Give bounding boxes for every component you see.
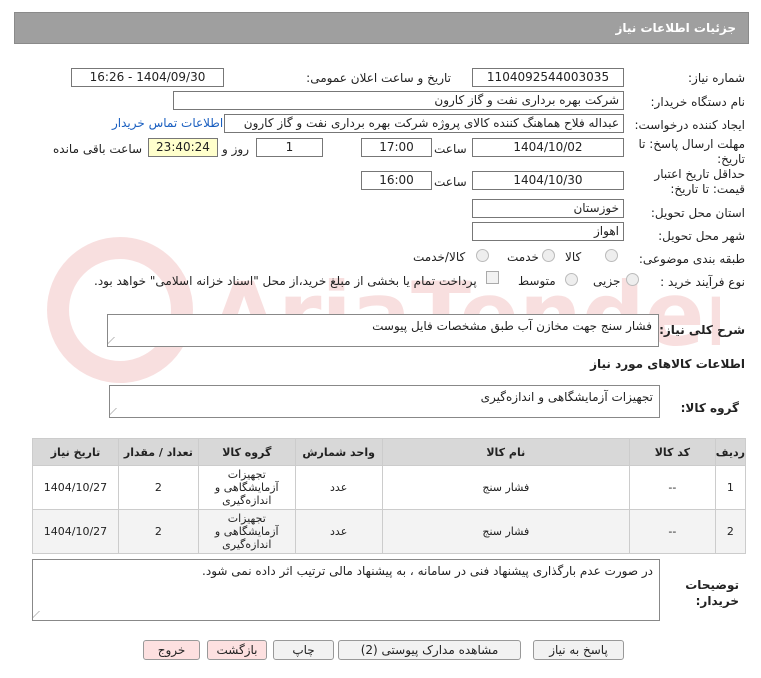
process-radio-minor[interactable]	[626, 273, 639, 286]
col-row: ردیف	[714, 438, 747, 466]
description-textarea[interactable]: فشار سنج جهت مخازن آب طبق مشخصات فایل پی…	[107, 314, 659, 347]
col-qty: تعداد / مقدار	[117, 438, 199, 466]
process-label: نوع فرآیند خرید :	[660, 275, 745, 289]
need-details-page: AriaTender.net جزئیات اطلاعات نیاز شماره…	[0, 0, 761, 678]
category-radio-goods[interactable]	[605, 249, 618, 262]
cell-row: 1	[714, 465, 747, 510]
treasury-note: پرداخت تمام یا بخشی از مبلغ خرید،از محل …	[94, 274, 477, 288]
col-date: تاریخ نیاز	[32, 438, 119, 466]
col-unit: واحد شمارش	[294, 438, 383, 466]
cell-name: فشار سنج	[381, 465, 630, 510]
buyer-org-field: شرکت بهره برداری نفت و گاز کارون	[173, 91, 624, 110]
buyer-org-label: نام دستگاه خریدار:	[650, 95, 746, 109]
min-valid-label-1: حداقل تاریخ اعتبار	[654, 167, 745, 181]
province-field: خوزستان	[472, 199, 624, 218]
treasury-checkbox[interactable]	[486, 271, 499, 284]
goods-group-textarea[interactable]: تجهیزات آزمایشگاهی و اندازه‌گیری	[109, 385, 660, 418]
deadline-label-1: مهلت ارسال پاسخ: تا	[638, 137, 745, 151]
deadline-time-field: 17:00	[361, 138, 432, 157]
valid-time-label: ساعت	[434, 175, 467, 189]
day-and-label: روز و	[222, 142, 249, 156]
category-radio-goods-service[interactable]	[476, 249, 489, 262]
category-label: طبقه بندی موضوعی:	[638, 252, 745, 266]
goods-table: ردیف کد کالا نام کالا واحد شمارش گروه کا…	[32, 438, 747, 554]
resize-grip[interactable]	[110, 408, 124, 416]
goods-group-text: تجهیزات آزمایشگاهی و اندازه‌گیری	[480, 390, 653, 404]
buyer-notes-text: در صورت عدم بارگذاری پیشنهاد فنی در ساما…	[202, 564, 653, 578]
min-valid-label-2: قیمت: تا تاریخ:	[670, 182, 745, 196]
table-row: 1 -- فشار سنج عدد تجهیزات آزمایشگاهی و ا…	[32, 465, 747, 510]
exit-button[interactable]: خروج	[143, 640, 200, 660]
cell-qty: 2	[117, 509, 199, 554]
view-attachments-button[interactable]: مشاهده مدارک پیوستی (2)	[338, 640, 521, 660]
category-option-service: خدمت	[507, 250, 539, 264]
deadline-time-label: ساعت	[434, 142, 467, 156]
need-number-label: شماره نیاز:	[688, 71, 745, 85]
category-radio-service[interactable]	[542, 249, 555, 262]
resize-grip[interactable]	[33, 611, 47, 619]
cell-group: تجهیزات آزمایشگاهی و اندازه‌گیری	[197, 509, 296, 554]
need-number-field: 1104092544003035	[472, 68, 624, 87]
creator-field: عبداله فلاح هماهنگ کننده کالای پروژه شرک…	[224, 114, 624, 133]
deadline-label-2: تاریخ:	[717, 152, 745, 166]
valid-date-field: 1404/10/30	[472, 171, 624, 190]
buyer-notes-label-1: توضیحات	[685, 578, 739, 592]
city-label: شهر محل تحویل:	[658, 229, 745, 243]
description-text: فشار سنج جهت مخازن آب طبق مشخصات فایل پی…	[372, 319, 652, 333]
category-option-goods: کالا	[565, 250, 582, 264]
announce-datetime-field: 1404/09/30 - 16:26	[71, 68, 224, 87]
cell-unit: عدد	[294, 509, 383, 554]
process-option-medium: متوسط	[518, 274, 556, 288]
buyer-notes-label-2: خریدار:	[695, 594, 739, 608]
buyer-contact-link[interactable]: اطلاعات تماس خریدار	[112, 116, 223, 130]
cell-qty: 2	[117, 465, 199, 510]
print-button[interactable]: چاپ	[273, 640, 334, 660]
cell-code: --	[628, 465, 716, 510]
back-button[interactable]: بازگشت	[207, 640, 267, 660]
cell-row: 2	[714, 509, 747, 554]
table-header-row: ردیف کد کالا نام کالا واحد شمارش گروه کا…	[32, 438, 747, 466]
category-option-goods-service: کالا/خدمت	[413, 250, 466, 264]
cell-unit: عدد	[294, 465, 383, 510]
province-label: استان محل تحویل:	[650, 206, 745, 220]
creator-label: ایجاد کننده درخواست:	[634, 118, 745, 132]
col-code: کد کالا	[628, 438, 716, 466]
cell-date: 1404/10/27	[32, 465, 119, 510]
city-field: اهواز	[472, 222, 624, 241]
process-option-minor: جزیی	[593, 274, 621, 288]
description-label: شرح کلی نیاز:	[659, 323, 745, 337]
valid-time-field: 16:00	[361, 171, 432, 190]
process-radio-medium[interactable]	[565, 273, 578, 286]
days-field: 1	[256, 138, 323, 157]
buyer-notes-textarea[interactable]: در صورت عدم بارگذاری پیشنهاد فنی در ساما…	[32, 559, 660, 621]
page-title: جزئیات اطلاعات نیاز	[615, 21, 736, 35]
goods-info-heading: اطلاعات کالاهای مورد نیاز	[590, 357, 745, 371]
goods-group-label: گروه کالا:	[680, 401, 739, 415]
cell-code: --	[628, 509, 716, 554]
remaining-time-field: 23:40:24	[148, 138, 218, 157]
col-group: گروه کالا	[197, 438, 296, 466]
col-name: نام کالا	[381, 438, 630, 466]
page-header: جزئیات اطلاعات نیاز	[14, 12, 749, 44]
table-row: 2 -- فشار سنج عدد تجهیزات آزمایشگاهی و ا…	[32, 509, 747, 554]
deadline-date-field: 1404/10/02	[472, 138, 624, 157]
announce-datetime-label: تاریخ و ساعت اعلان عمومی:	[306, 71, 451, 85]
remaining-label: ساعت باقی مانده	[53, 142, 143, 156]
cell-date: 1404/10/27	[32, 509, 119, 554]
reply-button[interactable]: پاسخ به نیاز	[533, 640, 624, 660]
cell-group: تجهیزات آزمایشگاهی و اندازه‌گیری	[197, 465, 296, 510]
resize-grip[interactable]	[108, 337, 122, 345]
cell-name: فشار سنج	[381, 509, 630, 554]
